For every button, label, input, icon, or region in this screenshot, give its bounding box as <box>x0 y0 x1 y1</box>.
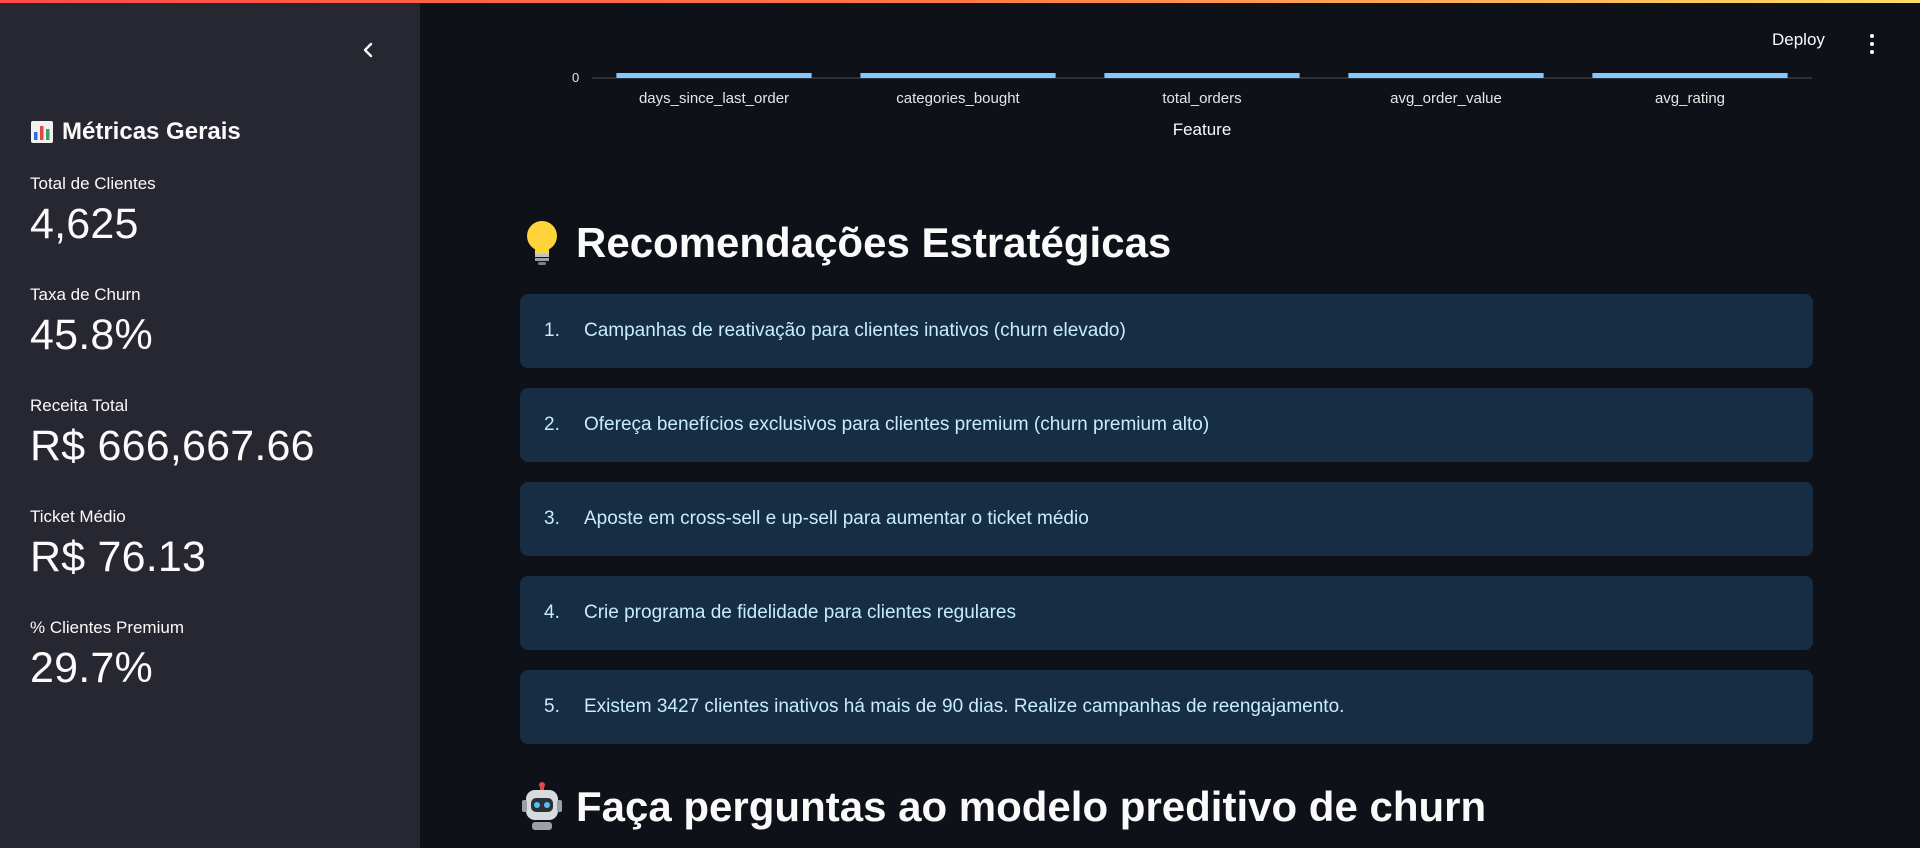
recommendation-text: Campanhas de reativação para clientes in… <box>584 320 1126 341</box>
recommendation-number: 3. <box>544 508 560 529</box>
recommendation-text: Ofereça benefícios exclusivos para clien… <box>584 414 1210 435</box>
recommendation-text: Existem 3427 clientes inativos há mais d… <box>584 696 1345 717</box>
metric-value: 4,625 <box>30 200 139 248</box>
recommendation-number: 1. <box>544 320 560 341</box>
recommendation-number: 4. <box>544 602 560 623</box>
metric-label: Receita Total <box>30 396 128 415</box>
recommendation-text: Aposte em cross-sell e up-sell para aume… <box>584 508 1089 529</box>
feature-bar-chart: 0 days_since_last_order categories_bought… <box>520 60 1820 150</box>
recommendations-title: Recomendações Estratégicas <box>576 219 1172 266</box>
metric-taxa-churn: Taxa de Churn 45.8% <box>30 285 153 360</box>
metric-clientes-premium: % Clientes Premium 29.7% <box>30 618 184 693</box>
kebab-menu-icon[interactable] <box>1862 32 1882 56</box>
menu-dot <box>1870 50 1874 54</box>
recommendation-number: 5. <box>544 696 560 717</box>
x-tick-label: categories_bought <box>896 90 1020 107</box>
metric-value: R$ 666,667.66 <box>30 422 315 470</box>
chat-heading: Faça perguntas ao modelo preditivo de ch… <box>520 782 1486 832</box>
top-decoration-bar <box>0 0 1920 3</box>
chart-bar-days-since-last-order <box>616 73 812 78</box>
x-axis-title: Feature <box>1172 120 1232 139</box>
metric-label: Total de Clientes <box>30 174 156 193</box>
recommendation-number: 2. <box>544 414 560 435</box>
recommendation-item: 5. Existem 3427 clientes inativos há mai… <box>520 670 1813 744</box>
bar-chart-icon <box>31 121 53 143</box>
chart-bar-categories-bought <box>860 73 1056 78</box>
recommendations-heading: Recomendações Estratégicas <box>520 218 1171 268</box>
chart-svg <box>592 73 1812 79</box>
metric-total-clientes: Total de Clientes 4,625 <box>30 174 156 249</box>
recommendation-item: 2. Ofereça benefícios exclusivos para cl… <box>520 388 1813 462</box>
sidebar-heading-text: Métricas Gerais <box>62 118 241 145</box>
x-tick-label: avg_order_value <box>1390 90 1502 107</box>
sidebar-heading: Métricas Gerais <box>30 118 241 146</box>
robot-icon <box>522 782 562 830</box>
x-tick-label: total_orders <box>1162 90 1242 107</box>
chat-title: Faça perguntas ao modelo preditivo de ch… <box>576 783 1487 830</box>
deploy-button[interactable]: Deploy <box>1772 30 1825 50</box>
collapse-sidebar-button[interactable] <box>352 34 384 66</box>
metric-value: 45.8% <box>30 311 153 359</box>
metric-receita-total: Receita Total R$ 666,667.66 <box>30 396 315 471</box>
recommendation-item: 1. Campanhas de reativação para clientes… <box>520 294 1813 368</box>
chart-bar-total-orders <box>1104 73 1300 78</box>
metric-value: R$ 76.13 <box>30 533 207 581</box>
menu-dot <box>1870 34 1874 38</box>
metric-value: 29.7% <box>30 644 153 692</box>
recommendation-item: 3. Aposte em cross-sell e up-sell para a… <box>520 482 1813 556</box>
x-tick-label: avg_rating <box>1654 90 1726 107</box>
menu-dot <box>1870 42 1874 46</box>
metric-ticket-medio: Ticket Médio R$ 76.13 <box>30 507 206 582</box>
chart-bar-avg-order-value <box>1348 73 1544 78</box>
chevron-left-icon <box>363 42 373 58</box>
chart-bar-avg-rating <box>1592 73 1788 78</box>
recommendation-item: 4. Crie programa de fidelidade para clie… <box>520 576 1813 650</box>
sidebar: Métricas Gerais Total de Clientes 4,625 … <box>0 0 420 848</box>
metric-label: Ticket Médio <box>30 507 126 526</box>
recommendation-text: Crie programa de fidelidade para cliente… <box>584 602 1016 623</box>
metric-label: % Clientes Premium <box>30 618 184 637</box>
metric-label: Taxa de Churn <box>30 285 141 304</box>
x-tick-label: days_since_last_order <box>638 90 790 107</box>
y-tick-label: 0 <box>572 70 580 85</box>
light-bulb-icon <box>527 221 557 265</box>
